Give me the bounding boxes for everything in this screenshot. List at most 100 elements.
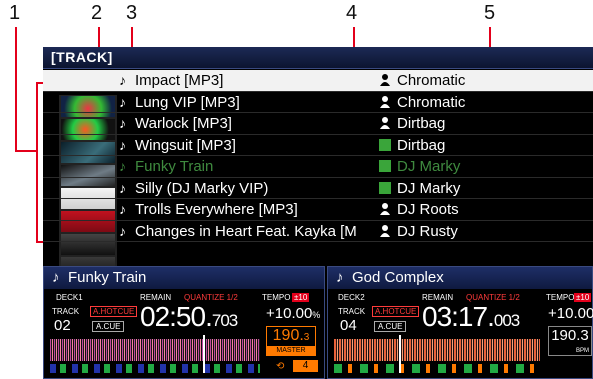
person-icon <box>379 73 391 87</box>
deck-2-tempo-label: TEMPO <box>546 293 575 302</box>
callout-1: 1 <box>9 2 21 24</box>
callout-5: 5 <box>484 2 496 24</box>
deck-1-cue-markers <box>50 364 260 373</box>
track-row[interactable]: ♪ Wingsuit [MP3] Dirtbag <box>43 135 593 156</box>
callout-line <box>15 150 37 152</box>
deck-1-track-title: Funky Train <box>68 269 147 286</box>
music-note-icon: ♪ <box>52 269 60 286</box>
loop-icon: ⟲ <box>276 361 285 372</box>
deck-2-time-main: 03:17. <box>422 301 495 332</box>
deck-2-tempo-value: +10.00 <box>548 305 593 322</box>
deck-2-bpm-value: 190.3 <box>551 327 589 344</box>
deck-1-track-number: 02 <box>54 317 71 334</box>
deck-1-panel: ♪ Funky Train DECK1 TRACK 02 A.HOTCUE A.… <box>43 266 325 379</box>
cdj-screen: [TRACK] ♪ Impact [MP3] Chromatic ♪ Lung VIP … <box>43 47 593 379</box>
book-icon <box>379 138 391 151</box>
track-title: Funky Train <box>135 158 214 175</box>
track-artist: Dirtbag <box>397 115 446 132</box>
row-divider <box>43 241 593 242</box>
deck-2-auto-hotcue: A.HOTCUE <box>372 306 420 317</box>
person-icon <box>379 95 391 109</box>
music-note-icon: ♪ <box>119 158 126 174</box>
track-row[interactable]: ♪ Funky Train DJ Marky <box>43 156 593 178</box>
browse-header: [TRACK] <box>43 47 593 69</box>
music-note-icon: ♪ <box>119 222 126 239</box>
music-note-icon: ♪ <box>336 269 344 286</box>
deck-2-playhead <box>399 335 401 373</box>
deck-1-time-ms: 703 <box>211 311 238 330</box>
track-title: Impact [MP3] <box>135 72 224 89</box>
deck-1-bpm: 190.3 MASTER <box>266 326 316 356</box>
music-note-icon: ♪ <box>119 115 126 131</box>
deck-1-master-badge: MASTER <box>267 346 315 355</box>
track-title: Trolls Everywhere [MP3] <box>135 201 298 218</box>
browse-category-title: [TRACK] <box>51 49 113 65</box>
track-artist: DJ Marky <box>397 158 461 175</box>
track-row[interactable]: ♪ Lung VIP [MP3] Chromatic <box>43 92 593 113</box>
music-note-icon: ♪ <box>119 72 126 88</box>
track-row[interactable]: ♪ Impact [MP3] Chromatic <box>43 70 593 92</box>
track-title: Warlock [MP3] <box>135 115 232 132</box>
deck-1-tempo-unit: % <box>312 310 321 320</box>
deck-2-tempo-range: ±10 <box>574 293 592 302</box>
music-note-icon: ♪ <box>119 93 126 110</box>
deck-2-remaining-time: 03:17.003 <box>422 301 520 333</box>
track-artist: DJ Rusty <box>397 222 458 240</box>
deck-1-remaining-time: 02:50.703 <box>140 301 238 333</box>
callout-3: 3 <box>126 2 138 24</box>
deck-2-panel: ♪ God Complex DECK2 TRACK 04 A.HOTCUE A.… <box>327 266 593 379</box>
track-title: Wingsuit [MP3] <box>135 136 236 154</box>
deck-1-overview-waveform <box>50 339 260 361</box>
deck-1-label: DECK1 <box>56 293 83 302</box>
deck-2-track-label: TRACK <box>338 307 366 316</box>
callout-4: 4 <box>346 2 358 24</box>
deck-1-title-bar: ♪ Funky Train <box>44 267 324 289</box>
track-artist: Chromatic <box>397 93 466 111</box>
person-icon <box>379 116 391 130</box>
deck-2-bpm: 190.3 BPM <box>548 326 592 356</box>
track-artist: DJ Roots <box>397 201 459 218</box>
track-row[interactable]: ♪ Silly (DJ Marky VIP) DJ Marky <box>43 178 593 199</box>
music-note-icon: ♪ <box>119 179 126 196</box>
deck-1-track-label: TRACK <box>52 307 80 316</box>
person-icon <box>379 224 391 238</box>
deck-1-time-main: 02:50. <box>140 301 213 332</box>
callout-line <box>36 82 38 242</box>
deck-2-bpm-label: BPM <box>575 348 589 354</box>
callout-line <box>98 27 100 49</box>
deck-2-time-ms: 003 <box>493 311 520 330</box>
deck-1-playhead <box>203 335 205 373</box>
deck-2-overview-waveform <box>334 339 540 361</box>
deck-1-auto-hotcue: A.HOTCUE <box>90 306 138 317</box>
track-row[interactable]: ♪ Warlock [MP3] Dirtbag <box>43 113 593 135</box>
callout-2: 2 <box>91 2 103 24</box>
deck-2-auto-cue: A.CUE <box>374 321 407 332</box>
deck-1-tempo: +10.00% <box>266 305 320 322</box>
music-note-icon: ♪ <box>119 201 126 217</box>
track-row[interactable]: ♪ Changes in Heart Feat. Kayka [M DJ Rusty <box>43 221 593 242</box>
deck-2-track-title: God Complex <box>352 269 444 286</box>
track-title: Changes in Heart Feat. Kayka [M <box>135 222 357 240</box>
deck-1-tempo-label: TEMPO <box>262 293 291 302</box>
deck-2-title-bar: ♪ God Complex <box>328 267 592 289</box>
book-icon <box>379 181 391 194</box>
track-row[interactable]: ♪ Trolls Everywhere [MP3] DJ Roots <box>43 199 593 221</box>
music-note-icon: ♪ <box>119 136 126 153</box>
deck-1-bpm-value: 190. <box>272 327 304 344</box>
deck-2-label: DECK2 <box>338 293 365 302</box>
track-artist: DJ Marky <box>397 179 461 197</box>
track-artist: Chromatic <box>397 72 466 89</box>
book-icon <box>379 160 391 172</box>
deck-1-tempo-value: +10.00 <box>266 305 313 322</box>
deck-2-cue-markers <box>334 364 540 373</box>
deck-1-bpm-decimal: 3 <box>303 332 310 343</box>
track-title: Lung VIP [MP3] <box>135 93 240 111</box>
track-title: Silly (DJ Marky VIP) <box>135 179 269 197</box>
deck-2-track-number: 04 <box>340 317 357 334</box>
callout-line <box>15 27 17 151</box>
deck-1-loop-beats: 4 <box>293 360 318 372</box>
deck-1-tempo-range: ±10 <box>292 293 310 302</box>
person-icon <box>379 202 391 216</box>
track-artist: Dirtbag <box>397 136 446 154</box>
deck-1-auto-cue: A.CUE <box>92 321 125 332</box>
